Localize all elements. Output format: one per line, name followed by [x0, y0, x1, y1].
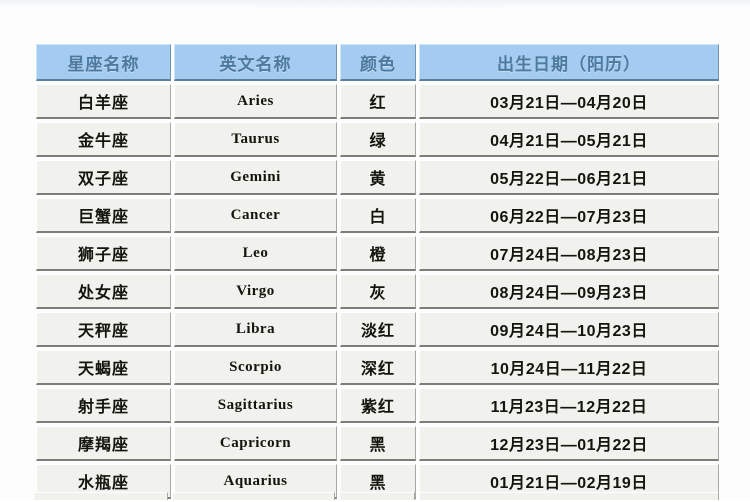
table-row: 射手座 Sagittarius 紫红 11月23日—12月22日	[36, 388, 719, 423]
table-header: 星座名称 英文名称 颜色 出生日期（阳历）	[36, 44, 719, 81]
cell-color: 绿	[340, 122, 416, 157]
cell-zodiac-name: 巨蟹座	[36, 198, 171, 233]
cell-color: 黑	[340, 426, 416, 461]
table-body: 白羊座 Aries 红 03月21日—04月20日 金牛座 Taurus 绿 04月21日—0…	[36, 84, 719, 499]
cell-english-name: Aries	[174, 84, 337, 119]
cell-english-name: Capricorn	[174, 426, 337, 461]
cell-english-name: Taurus	[174, 122, 337, 157]
table-row: 狮子座 Leo 橙 07月24日—08月23日	[36, 236, 719, 271]
table-row: 处女座 Virgo 灰 08月24日—09月23日	[36, 274, 719, 309]
table-row: 白羊座 Aries 红 03月21日—04月20日	[36, 84, 719, 119]
cell-english-name: Gemini	[174, 160, 337, 195]
cell-zodiac-name: 金牛座	[36, 122, 171, 157]
cut-off-row-top-text: · · · · · · · · · ·	[300, 0, 479, 9]
cell-color: 紫红	[340, 388, 416, 423]
table-row: 金牛座 Taurus 绿 04月21日—05月21日	[36, 122, 719, 157]
cut-off-cell-color	[339, 492, 415, 500]
page-root: · · · · · · · · · · 星座名称 英文名称 颜色 出生日期（阳历…	[0, 0, 750, 500]
table-row: 双子座 Gemini 黄 05月22日—06月21日	[36, 160, 719, 195]
table-header-row: 星座名称 英文名称 颜色 出生日期（阳历）	[36, 44, 719, 81]
cell-english-name: Libra	[174, 312, 337, 347]
cell-zodiac-name: 狮子座	[36, 236, 171, 271]
cut-off-row-bottom	[33, 492, 720, 500]
zodiac-table: 星座名称 英文名称 颜色 出生日期（阳历） 白羊座 Aries 红 03月21日—04…	[33, 41, 722, 502]
cell-zodiac-name: 天秤座	[36, 312, 171, 347]
cell-color: 黄	[340, 160, 416, 195]
cell-birthdate: 08月24日—09月23日	[419, 274, 719, 309]
cell-color: 橙	[340, 236, 416, 271]
cell-color: 深红	[340, 350, 416, 385]
table-row: 巨蟹座 Cancer 白 06月22日—07月23日	[36, 198, 719, 233]
cell-birthdate: 09月24日—10月23日	[419, 312, 719, 347]
cut-off-row-top: · · · · · · · · · ·	[0, 0, 750, 10]
cell-birthdate: 04月21日—05月21日	[419, 122, 719, 157]
cell-birthdate: 10月24日—11月22日	[419, 350, 719, 385]
cut-off-cell-name	[33, 492, 168, 500]
cell-english-name: Virgo	[174, 274, 337, 309]
cell-english-name: Leo	[174, 236, 337, 271]
cell-color: 淡红	[340, 312, 416, 347]
table-row: 天秤座 Libra 淡红 09月24日—10月23日	[36, 312, 719, 347]
cell-color: 灰	[340, 274, 416, 309]
cell-birthdate: 11月23日—12月22日	[419, 388, 719, 423]
table-row: 摩羯座 Capricorn 黑 12月23日—01月22日	[36, 426, 719, 461]
cell-zodiac-name: 摩羯座	[36, 426, 171, 461]
cell-birthdate: 12月23日—01月22日	[419, 426, 719, 461]
column-header-birthdate: 出生日期（阳历）	[419, 44, 719, 81]
cell-english-name: Sagittarius	[174, 388, 337, 423]
column-header-color: 颜色	[340, 44, 416, 81]
cell-birthdate: 03月21日—04月20日	[419, 84, 719, 119]
cell-color: 白	[340, 198, 416, 233]
table-row: 天蝎座 Scorpio 深红 10月24日—11月22日	[36, 350, 719, 385]
cell-zodiac-name: 射手座	[36, 388, 171, 423]
cut-off-cell-english	[172, 492, 335, 500]
cell-zodiac-name: 双子座	[36, 160, 171, 195]
column-header-name: 星座名称	[36, 44, 171, 81]
cell-zodiac-name: 天蝎座	[36, 350, 171, 385]
cell-zodiac-name: 处女座	[36, 274, 171, 309]
cell-color: 红	[340, 84, 416, 119]
cell-birthdate: 06月22日—07月23日	[419, 198, 719, 233]
column-header-english: 英文名称	[174, 44, 337, 81]
cell-english-name: Cancer	[174, 198, 337, 233]
zodiac-table-container: 星座名称 英文名称 颜色 出生日期（阳历） 白羊座 Aries 红 03月21日—04…	[33, 41, 720, 502]
cut-off-cell-birthdate	[419, 492, 719, 500]
cell-zodiac-name: 白羊座	[36, 84, 171, 119]
cell-english-name: Scorpio	[174, 350, 337, 385]
cell-birthdate: 07月24日—08月23日	[419, 236, 719, 271]
cell-birthdate: 05月22日—06月21日	[419, 160, 719, 195]
